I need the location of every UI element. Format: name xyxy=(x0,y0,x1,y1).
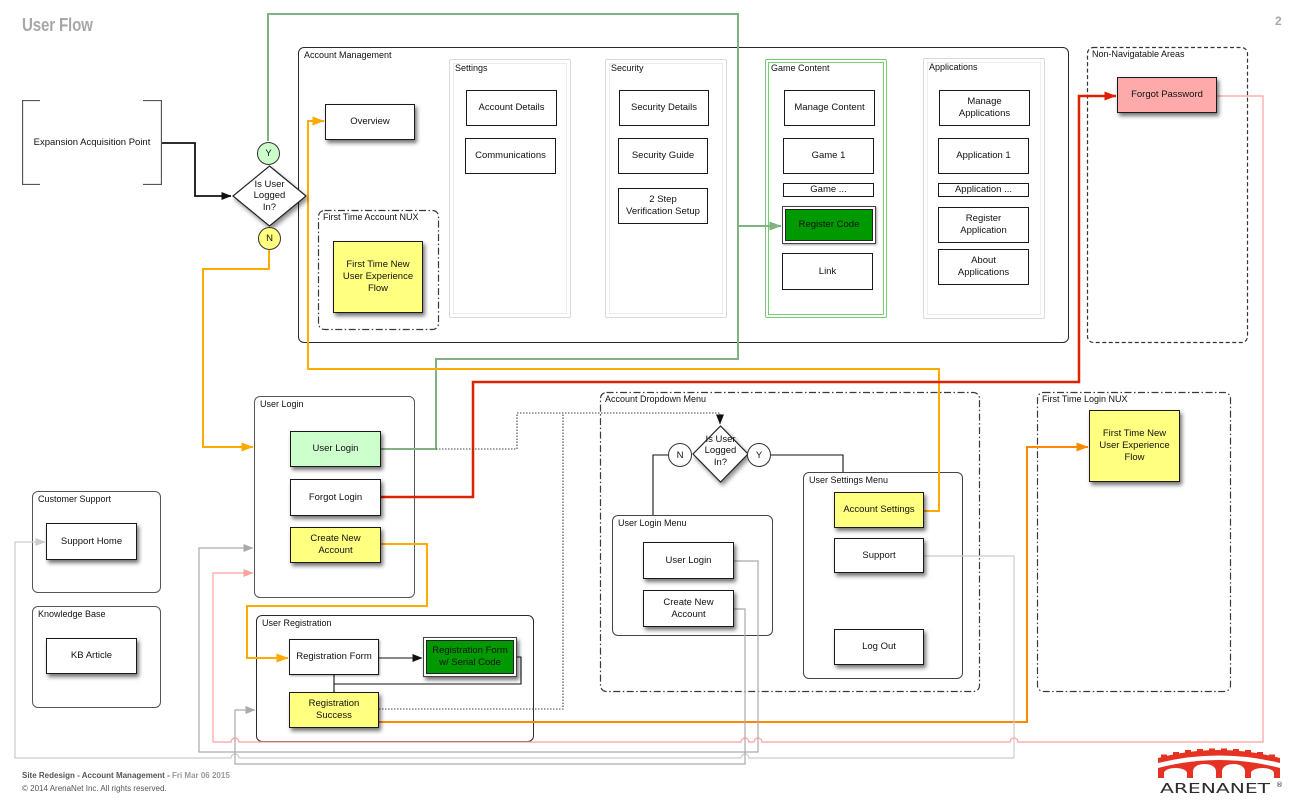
overview-node: Overview xyxy=(325,104,415,140)
main-no-marker: N xyxy=(258,227,281,250)
support-home-node: Support Home xyxy=(46,523,137,560)
register-code-node: Register Code xyxy=(782,206,876,244)
manage-applications-node: Manage Applications xyxy=(939,90,1030,126)
connector-dropdown-yes-branch xyxy=(771,454,844,472)
account-settings-node: Account Settings xyxy=(834,492,924,528)
support-node: Support xyxy=(834,538,924,573)
dropdown-no-marker: N xyxy=(668,443,692,467)
account-details-node: Account Details xyxy=(466,90,557,126)
main-login-decision: Is User Logged In? xyxy=(232,165,307,227)
connector-account-settings-to-overview xyxy=(307,116,940,512)
register-application-node: Register Application xyxy=(938,207,1029,243)
main-decision-question: Is User Logged In? xyxy=(253,178,286,213)
link-node: Link xyxy=(782,253,873,290)
log-out-node: Log Out xyxy=(834,629,924,665)
first-time-account-nux-flow-node: First Time New User Experience Flow xyxy=(333,241,423,313)
connector-registration-success-to-login-nux xyxy=(379,442,1089,723)
game-1-node: Game 1 xyxy=(783,138,874,174)
security-details-node: Security Details xyxy=(619,90,709,126)
menu-create-new-account-node: Create New Account xyxy=(643,590,734,627)
application-1-node: Application 1 xyxy=(938,138,1029,174)
manage-content-node: Manage Content xyxy=(784,90,875,126)
user-login-node: User Login xyxy=(290,431,381,467)
dropdown-yes-marker: Y xyxy=(747,443,771,467)
connector-user-login-to-register-code xyxy=(381,226,739,450)
registration-form-serial-node: Registration Form w/ Serial Code xyxy=(423,637,517,677)
dropdown-login-decision: Is User Logged In? xyxy=(692,425,749,483)
game-more-node: Game ... xyxy=(783,183,874,197)
security-guide-node: Security Guide xyxy=(618,138,708,174)
create-new-account-node: Create New Account xyxy=(290,527,381,563)
registration-form-serial-label: Registration Form w/ Serial Code xyxy=(426,640,514,674)
forgot-password-node: Forgot Password xyxy=(1117,77,1217,113)
connector-entry-to-decision xyxy=(162,142,232,200)
forgot-login-node: Forgot Login xyxy=(290,479,381,516)
kb-article-node: KB Article xyxy=(46,638,137,674)
register-code-label: Register Code xyxy=(785,209,873,241)
connector-menu-create-account-to-registration xyxy=(234,608,746,765)
menu-user-login-node: User Login xyxy=(643,542,734,579)
first-time-login-nux-flow-node: First Time New User Experience Flow xyxy=(1089,410,1180,482)
about-applications-node: About Applications xyxy=(938,249,1029,285)
application-more-node: Application ... xyxy=(938,183,1029,197)
two-step-verification-node: 2 Step Verification Setup xyxy=(618,188,708,224)
registration-form-node: Registration Form xyxy=(289,639,379,675)
connector-dropdown-no-branch xyxy=(652,454,668,515)
dropdown-decision-question: Is User Logged In? xyxy=(704,433,737,468)
main-yes-marker: Y xyxy=(257,142,280,165)
registration-success-node: Registration Success xyxy=(289,692,379,728)
connector-no-to-user-login xyxy=(202,250,270,452)
communications-node: Communications xyxy=(465,138,556,174)
